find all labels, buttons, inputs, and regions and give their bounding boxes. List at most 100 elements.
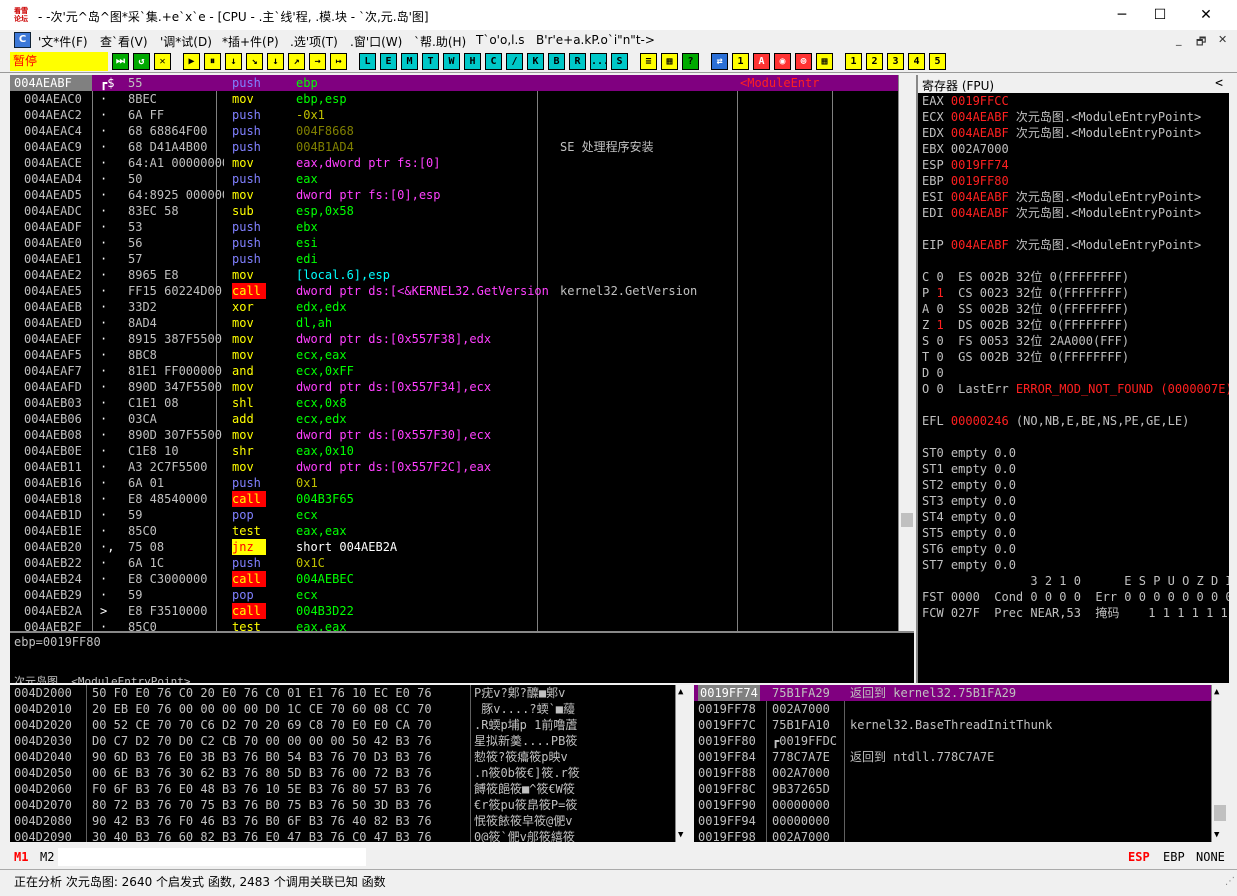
disassembly-scrollbar[interactable] xyxy=(898,75,914,631)
dump-row[interactable]: 004D2040 90 6D B3 76 E0 3B B3 76 B0 54 B3… xyxy=(10,749,680,765)
register-row[interactable]: ECX 004AEABF 次元岛图.<ModuleEntryPoint> xyxy=(922,109,1229,125)
register-row[interactable]: D 0 xyxy=(922,365,1229,381)
toolbar-button-8[interactable]: ↗ xyxy=(288,53,305,70)
toolbar-button-20[interactable]: B xyxy=(548,53,565,70)
dump-row[interactable]: 004D2050 00 6E B3 76 30 62 B3 76 80 5D B3… xyxy=(10,765,680,781)
scroll-up-icon[interactable]: ▲ xyxy=(678,687,683,697)
disassembly-pane[interactable]: 004AEABF ┏$ 55 push ebp <ModuleEntr 004AEAC0 · 8… xyxy=(10,75,898,631)
toolbar-button-22[interactable]: ... xyxy=(590,53,609,70)
disasm-row[interactable]: 004AEB24 · E8 C3000000 call 004AEBEC xyxy=(10,571,898,587)
dump-row[interactable]: 004D2020 00 52 CE 70 70 C6 D2 70 20 69 C8… xyxy=(10,717,680,733)
toolbar-button-27[interactable]: ⇄ xyxy=(711,53,728,70)
toolbar-button-36[interactable]: 4 xyxy=(908,53,925,70)
toolbar-button-21[interactable]: R xyxy=(569,53,586,70)
scroll-down-icon[interactable]: ▼ xyxy=(678,830,683,840)
toolbar-button-7[interactable]: ↓ xyxy=(267,53,284,70)
register-row[interactable]: T 0 GS 002B 32位 0(FFFFFFFF) xyxy=(922,349,1229,365)
register-row[interactable] xyxy=(922,221,1229,237)
stack-row[interactable]: 0019FF84 778C7A7E 返回到 ntdll.778C7A7E xyxy=(694,749,1211,765)
toolbar-button-26[interactable]: ? xyxy=(682,53,699,70)
disasm-row[interactable]: 004AEABF ┏$ 55 push ebp <ModuleEntr xyxy=(10,75,898,91)
stack-scrollbar[interactable]: ▲ ▼ xyxy=(1211,685,1227,842)
reg-select-ebp[interactable]: EBP xyxy=(1163,850,1185,864)
disasm-row[interactable]: 004AEAEF · 8915 387F5500 mov dword ptr ds:[0… xyxy=(10,331,898,347)
menu-window[interactable]: .窗'口(W) xyxy=(350,33,402,50)
toolbar-button-10[interactable]: ↦ xyxy=(330,53,347,70)
disasm-row[interactable]: 004AEB16 · 6A 01 push 0x1 xyxy=(10,475,898,491)
disasm-row[interactable]: 004AEB22 · 6A 1C push 0x1C xyxy=(10,555,898,571)
toolbar-button-2[interactable]: ✕ xyxy=(154,53,171,70)
toolbar-button-18[interactable]: / xyxy=(506,53,523,70)
scroll-up-icon[interactable]: ▲ xyxy=(1214,687,1219,697)
register-row[interactable]: EIP 004AEABF 次元岛图.<ModuleEntryPoint> xyxy=(922,237,1229,253)
reg-select-esp[interactable]: ESP xyxy=(1128,850,1150,864)
toolbar-button-33[interactable]: 1 xyxy=(845,53,862,70)
toolbar-button-17[interactable]: C xyxy=(485,53,502,70)
register-row[interactable]: FCW 027F Prec NEAR,53 掩码 1 1 1 1 1 1 xyxy=(922,605,1229,621)
dump-row[interactable]: 004D2000 50 F0 E0 76 C0 20 E0 76 C0 01 E1… xyxy=(10,685,680,701)
memory-dump-pane[interactable]: 004D2000 50 F0 E0 76 C0 20 E0 76 C0 01 E1… xyxy=(10,685,692,842)
menu-breakpoint[interactable]: B'r'e+a.kP.o`i"n"t-> xyxy=(536,33,655,47)
register-row[interactable]: ESI 004AEABF 次元岛图.<ModuleEntryPoint> xyxy=(922,189,1229,205)
disasm-row[interactable]: 004AEB11 · A3 2C7F5500 mov dword ptr ds:[0x5… xyxy=(10,459,898,475)
disasm-row[interactable]: 004AEB29 · 59 pop ecx xyxy=(10,587,898,603)
scroll-thumb[interactable] xyxy=(1214,805,1226,821)
disasm-row[interactable]: 004AEAE2 · 8965 E8 mov [local.6],esp xyxy=(10,267,898,283)
dump-row[interactable]: 004D2080 90 42 B3 76 F0 46 B3 76 B0 6F B3… xyxy=(10,813,680,829)
disasm-row[interactable]: 004AEAD4 · 50 push eax xyxy=(10,171,898,187)
stack-row[interactable]: 0019FF94 00000000 xyxy=(694,813,1211,829)
stack-row[interactable]: 0019FF88 002A7000 xyxy=(694,765,1211,781)
dump-row[interactable]: 004D2070 80 72 B3 76 70 75 B3 76 B0 75 B3… xyxy=(10,797,680,813)
menu-file[interactable]: '文*件(F) xyxy=(38,33,88,50)
register-row[interactable]: ST7 empty 0.0 xyxy=(922,557,1229,573)
disasm-row[interactable]: 004AEAE0 · 56 push esi xyxy=(10,235,898,251)
toolbar-button-34[interactable]: 2 xyxy=(866,53,883,70)
dump-row[interactable]: 004D2090 30 40 B3 76 60 82 B3 76 E0 47 B3… xyxy=(10,829,680,842)
close-button[interactable]: ✕ xyxy=(1183,0,1229,30)
scroll-thumb[interactable] xyxy=(901,513,913,527)
reg-select-none[interactable]: NONE xyxy=(1196,850,1225,864)
menu-help[interactable]: `帮.助(H) xyxy=(414,33,466,50)
stack-row[interactable]: 0019FF8C 9B37265D xyxy=(694,781,1211,797)
mdi-close-button[interactable]: ✕ xyxy=(1218,33,1227,46)
register-row[interactable]: FST 0000 Cond 0 0 0 0 Err 0 0 0 0 0 0 0 … xyxy=(922,589,1229,605)
stack-row[interactable]: 0019FF7C 75B1FA10 kernel32.BaseThreadInitT… xyxy=(694,717,1211,733)
dump-scrollbar[interactable]: ▲ ▼ xyxy=(675,685,692,842)
disasm-row[interactable]: 004AEACE · 64:A1 00000000 mov eax,dword ptr … xyxy=(10,155,898,171)
toolbar-button-4[interactable]: ⏸ xyxy=(204,53,221,70)
toolbar-button-13[interactable]: M xyxy=(401,53,418,70)
collapse-arrow-icon[interactable]: < xyxy=(1215,76,1223,91)
marker-m1[interactable]: M1 xyxy=(14,850,28,864)
disasm-row[interactable]: 004AEB2F · 85C0 test eax,eax xyxy=(10,619,898,631)
dump-row[interactable]: 004D2010 20 EB E0 76 00 00 00 00 D0 1C CE… xyxy=(10,701,680,717)
register-row[interactable]: ST6 empty 0.0 xyxy=(922,541,1229,557)
menu-tools[interactable]: T`o'o,l.s xyxy=(476,33,525,47)
toolbar-button-24[interactable]: ≡ xyxy=(640,53,657,70)
register-row[interactable]: ESP 0019FF74 xyxy=(922,157,1229,173)
marker-m2[interactable]: M2 xyxy=(40,850,54,864)
scroll-down-icon[interactable]: ▼ xyxy=(1214,830,1219,840)
toolbar-button-14[interactable]: T xyxy=(422,53,439,70)
resize-grip-icon[interactable]: ⋰ xyxy=(1225,876,1235,887)
toolbar-button-25[interactable]: ▦ xyxy=(661,53,678,70)
disasm-row[interactable]: 004AEAED · 8AD4 mov dl,ah xyxy=(10,315,898,331)
register-row[interactable]: O 0 LastErr ERROR_MOD_NOT_FOUND (0000007… xyxy=(922,381,1229,397)
toolbar-button-11[interactable]: L xyxy=(359,53,376,70)
disasm-row[interactable]: 004AEAC4 · 68 68864F00 push 004F8668 xyxy=(10,123,898,139)
toolbar-button-35[interactable]: 3 xyxy=(887,53,904,70)
register-row[interactable]: ST3 empty 0.0 xyxy=(922,493,1229,509)
disasm-row[interactable]: 004AEB03 · C1E1 08 shl ecx,0x8 xyxy=(10,395,898,411)
toolbar-button-28[interactable]: 1 xyxy=(732,53,749,70)
toolbar-button-32[interactable]: ▦ xyxy=(816,53,833,70)
stack-row[interactable]: 0019FF78 002A7000 xyxy=(694,701,1211,717)
stack-row[interactable]: 0019FF80 ┏0019FFDC xyxy=(694,733,1211,749)
register-row[interactable]: EBP 0019FF80 xyxy=(922,173,1229,189)
register-row[interactable]: C 0 ES 002B 32位 0(FFFFFFFF) xyxy=(922,269,1229,285)
dump-row[interactable]: 004D2060 F0 6F B3 76 E0 48 B3 76 10 5E B3… xyxy=(10,781,680,797)
disasm-row[interactable]: 004AEAE1 · 57 push edi xyxy=(10,251,898,267)
register-row[interactable]: ST2 empty 0.0 xyxy=(922,477,1229,493)
disasm-row[interactable]: 004AEAFD · 890D 347F5500 mov dword ptr ds:[0… xyxy=(10,379,898,395)
disasm-row[interactable]: 004AEAD5 · 64:8925 00000000 mov dword ptr fs… xyxy=(10,187,898,203)
register-row[interactable]: P 1 CS 0023 32位 0(FFFFFFFF) xyxy=(922,285,1229,301)
toolbar-button-9[interactable]: → xyxy=(309,53,326,70)
